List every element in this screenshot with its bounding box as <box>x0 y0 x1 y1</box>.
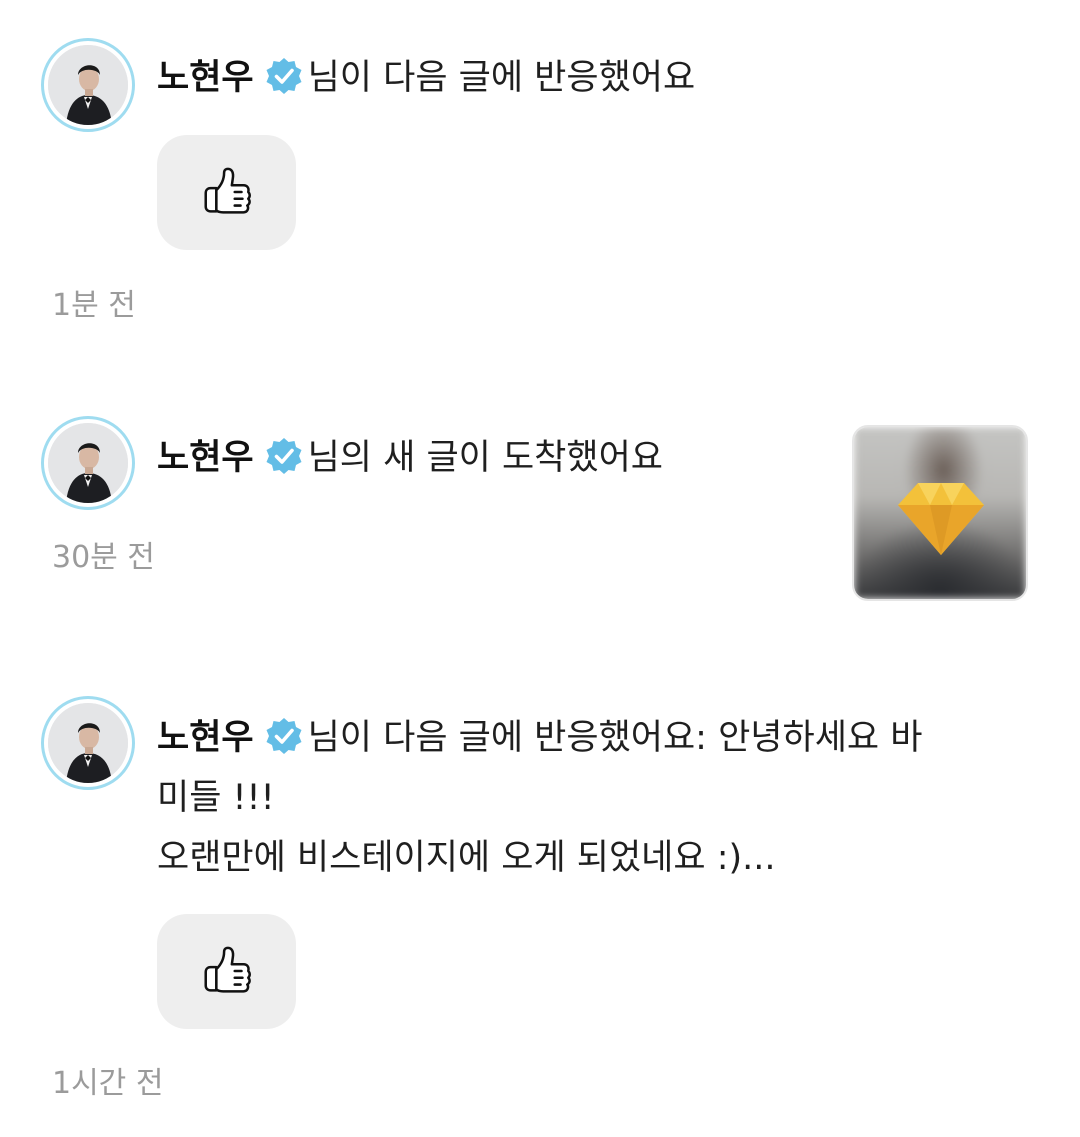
notification-message-line: 오랜만에 비스테이지에 오게 되었네요 :)... <box>157 838 776 878</box>
notification-text: 노현우 님의 새 글이 도착했어요 <box>157 428 663 488</box>
avatar[interactable] <box>41 38 135 132</box>
reaction-bubble[interactable] <box>157 914 296 1029</box>
avatar-photo <box>48 703 128 783</box>
user-name[interactable]: 노현우 <box>157 438 254 478</box>
avatar[interactable] <box>41 416 135 510</box>
notification-message: 님이 다음 글에 반응했어요: 안녕하세요 바 <box>307 718 923 758</box>
thumbs-up-icon <box>203 167 251 214</box>
reaction-bubble[interactable] <box>157 135 296 250</box>
notification-text: 노현우 님이 다음 글에 반응했어요 <box>157 48 695 108</box>
notification-message-line: 미들 !!! <box>157 778 275 818</box>
avatar[interactable] <box>41 696 135 790</box>
gem-icon <box>898 483 984 555</box>
avatar-photo <box>48 423 128 503</box>
notification-message: 님이 다음 글에 반응했어요 <box>307 58 696 98</box>
notification-message: 님의 새 글이 도착했어요 <box>307 438 663 478</box>
verified-badge-icon <box>264 436 304 476</box>
verified-badge-icon <box>264 716 304 756</box>
user-name[interactable]: 노현우 <box>157 718 254 758</box>
verified-badge-icon <box>264 56 304 96</box>
notification-item[interactable]: 노현우 님이 다음 글에 반응했어요: 안녕하세요 바 미들 !!! 오랜만에 비… <box>0 680 1080 1120</box>
user-name[interactable]: 노현우 <box>157 58 254 98</box>
thumbs-up-icon <box>203 946 251 993</box>
timestamp: 1분 전 <box>52 288 136 323</box>
notification-text: 노현우 님이 다음 글에 반응했어요: 안녕하세요 바 미들 !!! 오랜만에 비… <box>157 708 922 888</box>
timestamp: 30분 전 <box>52 540 155 575</box>
timestamp: 1시간 전 <box>52 1066 164 1101</box>
post-thumbnail[interactable] <box>852 425 1028 601</box>
notification-item[interactable]: 노현우 님의 새 글이 도착했어요 30분 전 <box>0 400 1080 640</box>
notification-item[interactable]: 노현우 님이 다음 글에 반응했어요 1분 전 <box>0 0 1080 340</box>
avatar-photo <box>48 45 128 125</box>
